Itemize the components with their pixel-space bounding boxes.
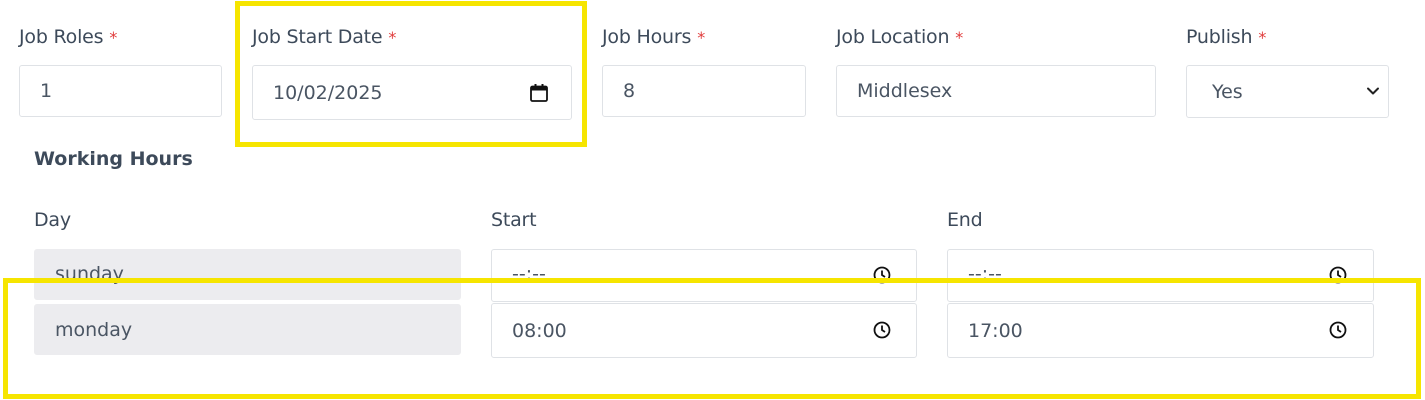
clock-icon[interactable] [872, 265, 892, 285]
clock-icon[interactable] [872, 320, 892, 340]
required-mark: * [109, 28, 118, 47]
job-location-input[interactable]: Middlesex [836, 65, 1156, 117]
day-field-sunday: sunday [34, 249, 461, 300]
required-mark: * [697, 28, 706, 47]
job-hours-label: Job Hours * [602, 26, 706, 48]
clock-icon[interactable] [1328, 265, 1348, 285]
clock-icon[interactable] [1328, 320, 1348, 340]
chevron-down-icon[interactable] [1364, 82, 1382, 100]
start-time-input-sunday[interactable]: --:-- [491, 249, 917, 302]
job-start-date-label: Job Start Date * [252, 26, 397, 48]
publish-label: Publish * [1186, 26, 1267, 48]
required-mark: * [955, 28, 964, 47]
job-hours-input[interactable]: 8 [602, 65, 806, 117]
required-mark: * [1258, 28, 1267, 47]
publish-select[interactable]: Yes [1186, 65, 1389, 118]
start-column-header: Start [491, 209, 537, 231]
working-hours-title: Working Hours [34, 148, 193, 170]
end-time-input-monday[interactable]: 17:00 [947, 303, 1374, 358]
day-field-monday: monday [34, 304, 461, 355]
end-column-header: End [947, 209, 983, 231]
end-time-input-sunday[interactable]: --:-- [947, 249, 1374, 302]
required-mark: * [388, 28, 397, 47]
calendar-icon[interactable] [528, 82, 550, 104]
day-column-header: Day [34, 209, 71, 231]
job-roles-label: Job Roles * [19, 26, 118, 48]
job-location-label: Job Location * [836, 26, 964, 48]
start-time-input-monday[interactable]: 08:00 [491, 303, 917, 358]
job-roles-input[interactable]: 1 [19, 65, 222, 117]
job-start-date-input[interactable]: 10/02/2025 [252, 65, 572, 120]
